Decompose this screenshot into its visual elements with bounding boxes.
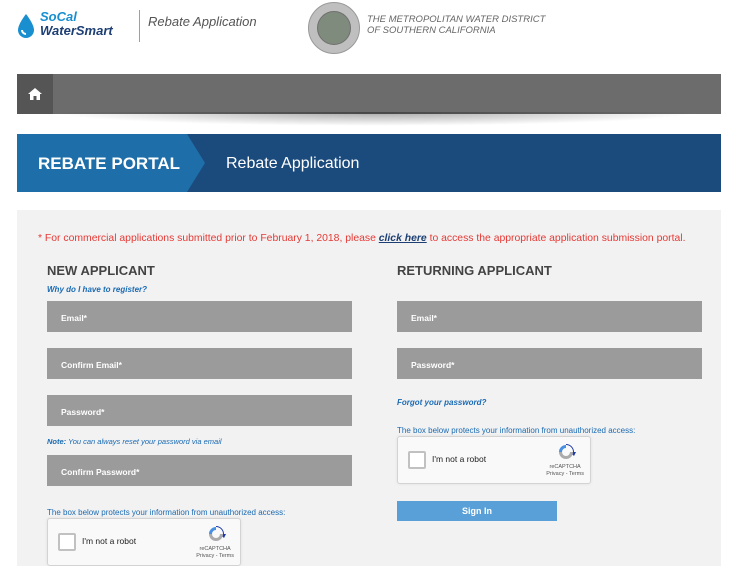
notice-prefix: * For commercial applications submitted …	[38, 233, 379, 244]
why-register-link[interactable]: Why do I have to register?	[47, 285, 147, 294]
organization-name: THE METROPOLITAN WATER DISTRICT OF SOUTH…	[367, 14, 545, 36]
new-protect-text: The box below protects your information …	[47, 508, 286, 517]
new-applicant-title: NEW APPLICANT	[47, 263, 155, 278]
portal-label: REBATE PORTAL	[38, 154, 180, 173]
new-recaptcha-label: I'm not a robot	[82, 536, 137, 546]
water-drop-icon	[18, 14, 34, 38]
home-icon	[28, 88, 42, 100]
returning-recaptcha-label: I'm not a robot	[432, 454, 487, 464]
mwd-seal-logo	[308, 2, 360, 54]
recaptcha-brand: reCAPTCHA	[199, 546, 231, 552]
portal-subtitle: Rebate Application	[226, 155, 360, 172]
returning-protect-text: The box below protects your information …	[397, 426, 636, 435]
socal-watersmart-logo[interactable]: SoCal WaterSmart	[16, 10, 144, 44]
returning-password-field[interactable]: Password*	[397, 348, 702, 379]
returning-recaptcha-checkbox[interactable]	[408, 451, 426, 469]
returning-recaptcha-branding: reCAPTCHA Privacy - Terms	[546, 464, 584, 478]
nav-shadow	[50, 112, 700, 126]
returning-applicant-title: RETURNING APPLICANT	[397, 263, 552, 278]
note-text: You can always reset your password via e…	[66, 437, 222, 446]
app-title: Rebate Application	[148, 14, 257, 29]
nav-bar	[17, 74, 721, 114]
recaptcha-icon	[209, 526, 226, 541]
new-password-field[interactable]: Password*	[47, 395, 352, 426]
logo-line-2: WaterSmart	[40, 23, 113, 38]
note-label: Note:	[47, 437, 67, 446]
returning-recaptcha: I'm not a robot reCAPTCHA Privacy - Term…	[397, 436, 591, 484]
click-here-link[interactable]: click here	[379, 233, 427, 244]
new-recaptcha-checkbox[interactable]	[58, 533, 76, 551]
new-recaptcha: I'm not a robot reCAPTCHA Privacy - Term…	[47, 518, 241, 566]
recaptcha-links[interactable]: Privacy - Terms	[196, 553, 234, 560]
recaptcha-brand: reCAPTCHA	[549, 464, 581, 470]
returning-email-field[interactable]: Email*	[397, 301, 702, 332]
password-note: Note: You can always reset your password…	[47, 437, 222, 446]
logo-line-1: SoCal	[40, 9, 77, 24]
notice-suffix: to access the appropriate application su…	[426, 233, 686, 244]
recaptcha-links[interactable]: Privacy - Terms	[546, 471, 584, 478]
new-email-field[interactable]: Email*	[47, 301, 352, 332]
org-line-1: THE METROPOLITAN WATER DISTRICT	[367, 14, 546, 25]
forgot-password-link[interactable]: Forgot your password?	[397, 398, 486, 407]
commercial-notice: * For commercial applications submitted …	[38, 233, 685, 244]
sign-in-button[interactable]: Sign In	[397, 501, 557, 521]
home-button[interactable]	[17, 74, 53, 114]
site-header: SoCal WaterSmart Rebate Application THE …	[0, 0, 738, 58]
org-line-2: OF SOUTHERN CALIFORNIA	[367, 25, 496, 36]
confirm-email-field[interactable]: Confirm Email*	[47, 348, 352, 379]
header-divider	[139, 10, 140, 42]
recaptcha-icon	[559, 444, 576, 459]
confirm-password-field[interactable]: Confirm Password*	[47, 455, 352, 486]
new-recaptcha-branding: reCAPTCHA Privacy - Terms	[196, 546, 234, 560]
